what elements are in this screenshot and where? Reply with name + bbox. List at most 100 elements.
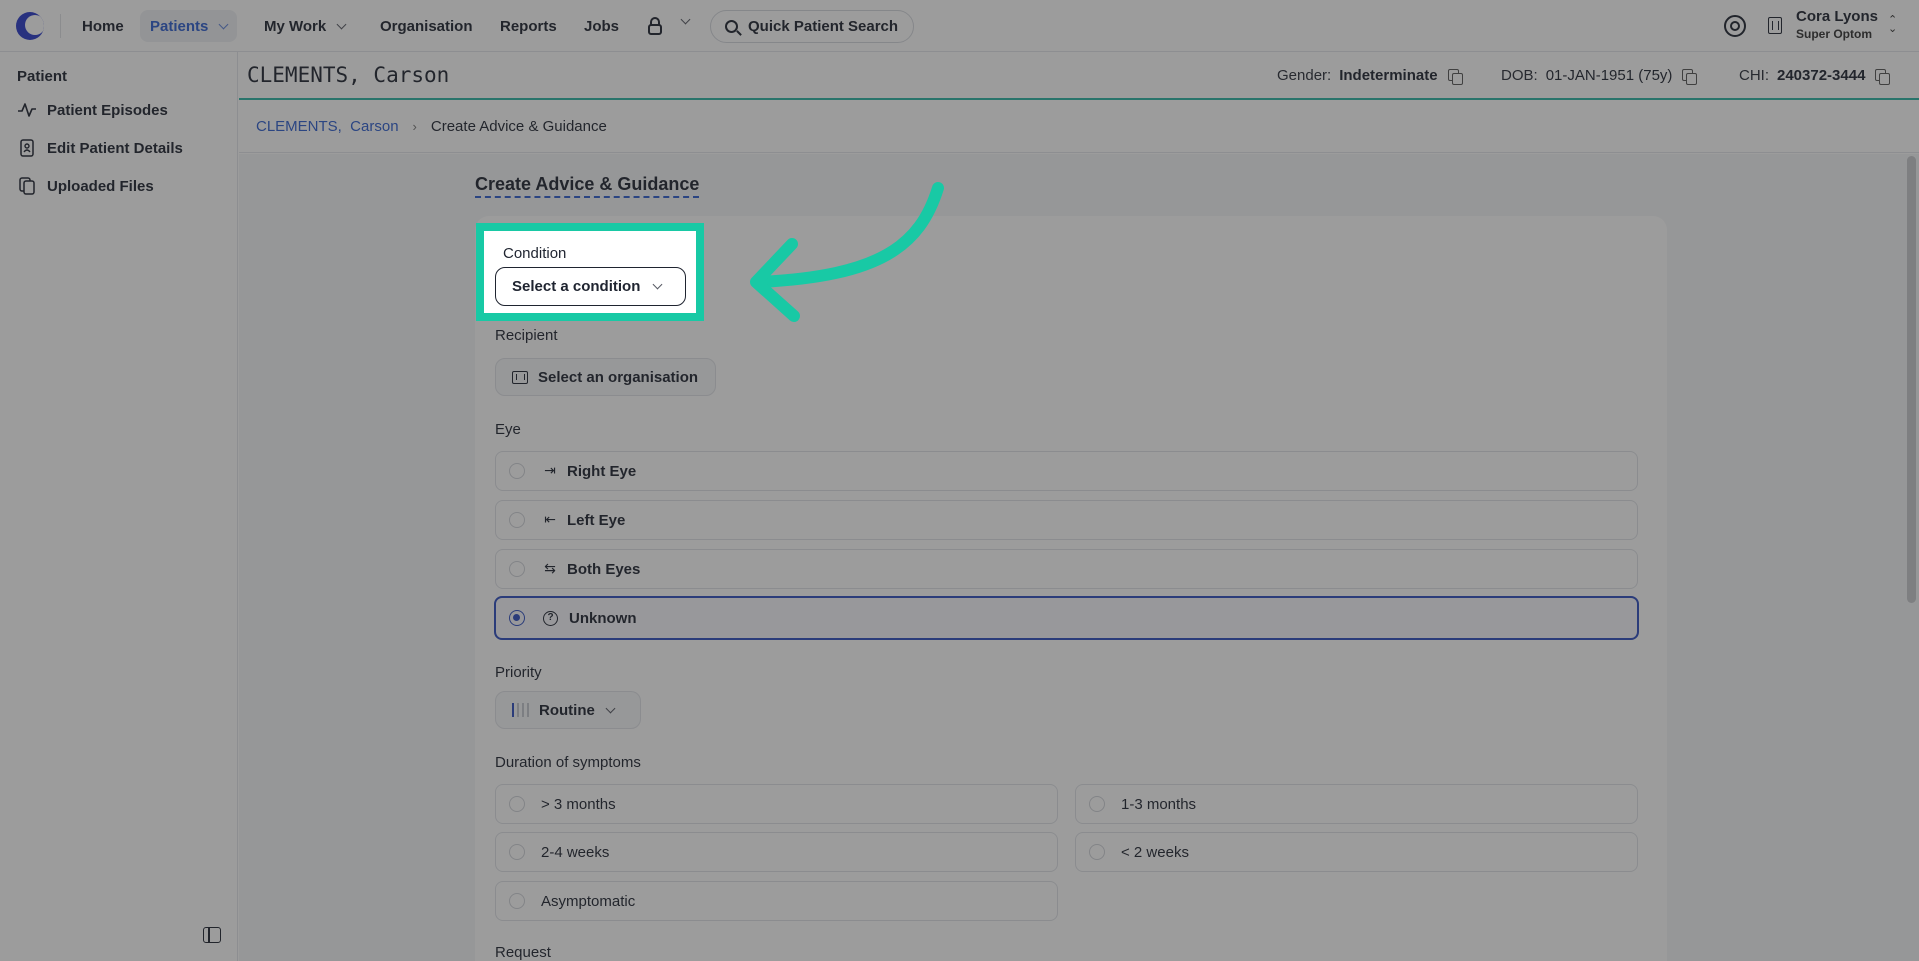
- radio-button[interactable]: [509, 893, 525, 909]
- priority-bars-icon: [512, 703, 529, 717]
- pulse-icon: [17, 100, 37, 120]
- select-organisation-button[interactable]: Select an organisation: [495, 358, 716, 396]
- sidebar-item-label: Patient Episodes: [47, 101, 168, 119]
- user-role: Super Optom: [1796, 27, 1873, 41]
- select-condition-button-highlighted[interactable]: Select a condition: [495, 267, 686, 306]
- duration-option-label: 1-3 months: [1121, 795, 1197, 813]
- page-title: Create Advice & Guidance: [475, 174, 700, 198]
- quick-patient-search-label: Quick Patient Search: [748, 18, 899, 35]
- condition-label-highlighted: Condition: [503, 245, 567, 262]
- eye-option-unknown[interactable]: ? Unknown: [494, 596, 1639, 640]
- eye-label: Eye: [495, 421, 521, 438]
- user-name: Cora Lyons: [1796, 8, 1878, 25]
- nav-organisation[interactable]: Organisation: [370, 10, 483, 42]
- eye-option-label: Both Eyes: [567, 560, 641, 578]
- user-menu[interactable]: Cora Lyons Super Optom: [1796, 8, 1878, 42]
- chevron-up-down-icon[interactable]: ⌃ ⌄: [1888, 15, 1897, 35]
- search-icon: [725, 20, 738, 33]
- duration-option[interactable]: 1-3 months: [1075, 784, 1638, 824]
- select-organisation-label: Select an organisation: [538, 368, 699, 386]
- copy-icon[interactable]: [1447, 68, 1463, 85]
- duration-option[interactable]: 2-4 weeks: [495, 832, 1058, 872]
- sidebar-item-uploaded-files[interactable]: Uploaded Files: [17, 174, 154, 198]
- radio-button[interactable]: [509, 561, 525, 577]
- duration-option[interactable]: < 2 weeks: [1075, 832, 1638, 872]
- priority-value: Routine: [539, 701, 595, 719]
- select-condition-label: Select a condition: [512, 278, 641, 295]
- condition-highlight: Condition Select a condition: [476, 223, 704, 321]
- person-card-icon: [17, 138, 37, 158]
- sidebar-item-label: Uploaded Files: [47, 177, 154, 195]
- question-circle-icon: ?: [543, 610, 558, 626]
- nav-home[interactable]: Home: [72, 10, 134, 42]
- eye-option-label: Unknown: [569, 609, 637, 627]
- copy-icon[interactable]: [1682, 68, 1698, 85]
- radio-button-selected[interactable]: [509, 610, 525, 626]
- copy-icon[interactable]: [1875, 68, 1891, 85]
- duration-option[interactable]: > 3 months: [495, 784, 1058, 824]
- radio-button[interactable]: [509, 844, 525, 860]
- eye-option-left[interactable]: ⇤ Left Eye: [495, 500, 1638, 540]
- scrollbar-thumb[interactable]: [1907, 156, 1916, 603]
- recipient-label: Recipient: [495, 327, 558, 344]
- chevron-down-icon: [605, 703, 616, 713]
- files-icon: [17, 176, 37, 196]
- radio-button[interactable]: [509, 512, 525, 528]
- nav-my-work[interactable]: My Work: [254, 10, 355, 42]
- duration-label: Duration of symptoms: [495, 754, 641, 771]
- divider: [60, 14, 61, 38]
- request-label: Request: [495, 944, 551, 961]
- chevron-down-icon: [652, 279, 663, 290]
- breadcrumb-patient-link[interactable]: CLEMENTS, Carson: [256, 118, 399, 135]
- eye-option-label: Right Eye: [567, 462, 637, 480]
- chevron-down-icon: [336, 19, 347, 29]
- gender-value: Indeterminate: [1339, 67, 1438, 84]
- eye-option-label: Left Eye: [567, 511, 626, 529]
- nav-jobs[interactable]: Jobs: [574, 10, 629, 42]
- gender-label: Gender:: [1277, 67, 1332, 84]
- sidebar-collapse-icon[interactable]: [203, 927, 221, 943]
- nav-my-work-label: My Work: [264, 17, 327, 35]
- lock-icon[interactable]: [648, 17, 662, 35]
- sidebar: Patient Patient Episodes Edit Patient De…: [0, 52, 238, 961]
- app-logo[interactable]: [16, 12, 44, 40]
- nav-reports-label: Reports: [500, 17, 557, 35]
- building-icon: [512, 370, 528, 384]
- nav-jobs-label: Jobs: [584, 17, 620, 35]
- duration-option-label: Asymptomatic: [541, 892, 636, 910]
- chevron-down-icon: [218, 19, 229, 29]
- priority-select[interactable]: Routine: [495, 691, 641, 729]
- nav-patients-label: Patients: [150, 17, 209, 35]
- pointer-arrow-icon: [750, 182, 944, 322]
- quick-patient-search-button[interactable]: Quick Patient Search: [710, 10, 914, 43]
- arrow-right-to-line-icon: ⇥: [544, 463, 556, 479]
- patient-header: CLEMENTS, Carson Gender: Indeterminate D…: [239, 52, 1919, 100]
- patient-gender: Gender: Indeterminate: [1277, 67, 1463, 85]
- chi-value: 240372-3444: [1777, 67, 1866, 84]
- sidebar-item-edit-patient-details[interactable]: Edit Patient Details: [17, 136, 183, 160]
- radio-button[interactable]: [1089, 796, 1105, 812]
- radio-button[interactable]: [509, 463, 525, 479]
- priority-label: Priority: [495, 664, 542, 681]
- nav-patients[interactable]: Patients: [140, 10, 238, 42]
- nav-reports[interactable]: Reports: [490, 10, 567, 42]
- patient-name: CLEMENTS, Carson: [247, 63, 450, 87]
- duration-option-label: > 3 months: [541, 795, 616, 813]
- nav-home-label: Home: [82, 17, 124, 35]
- building-icon[interactable]: [1768, 17, 1782, 34]
- eye-option-right[interactable]: ⇥ Right Eye: [495, 451, 1638, 491]
- duration-option-label: 2-4 weeks: [541, 843, 610, 861]
- radio-button[interactable]: [509, 796, 525, 812]
- patient-chi: CHI: 240372-3444: [1739, 67, 1891, 85]
- dob-value: 01-JAN-1951 (75y): [1545, 67, 1673, 84]
- swap-arrows-icon: ⇆: [544, 561, 556, 577]
- duration-option[interactable]: Asymptomatic: [495, 881, 1058, 921]
- radio-button[interactable]: [1089, 844, 1105, 860]
- chi-label: CHI:: [1739, 67, 1769, 84]
- top-navigation: Home Patients My Work Organisation Repor…: [0, 0, 1919, 52]
- eye-option-both[interactable]: ⇆ Both Eyes: [495, 549, 1638, 589]
- chevron-down-icon[interactable]: [680, 14, 691, 25]
- lifebuoy-help-icon[interactable]: [1724, 15, 1746, 37]
- sidebar-item-patient-episodes[interactable]: Patient Episodes: [17, 98, 168, 122]
- sidebar-title: Patient: [17, 68, 68, 85]
